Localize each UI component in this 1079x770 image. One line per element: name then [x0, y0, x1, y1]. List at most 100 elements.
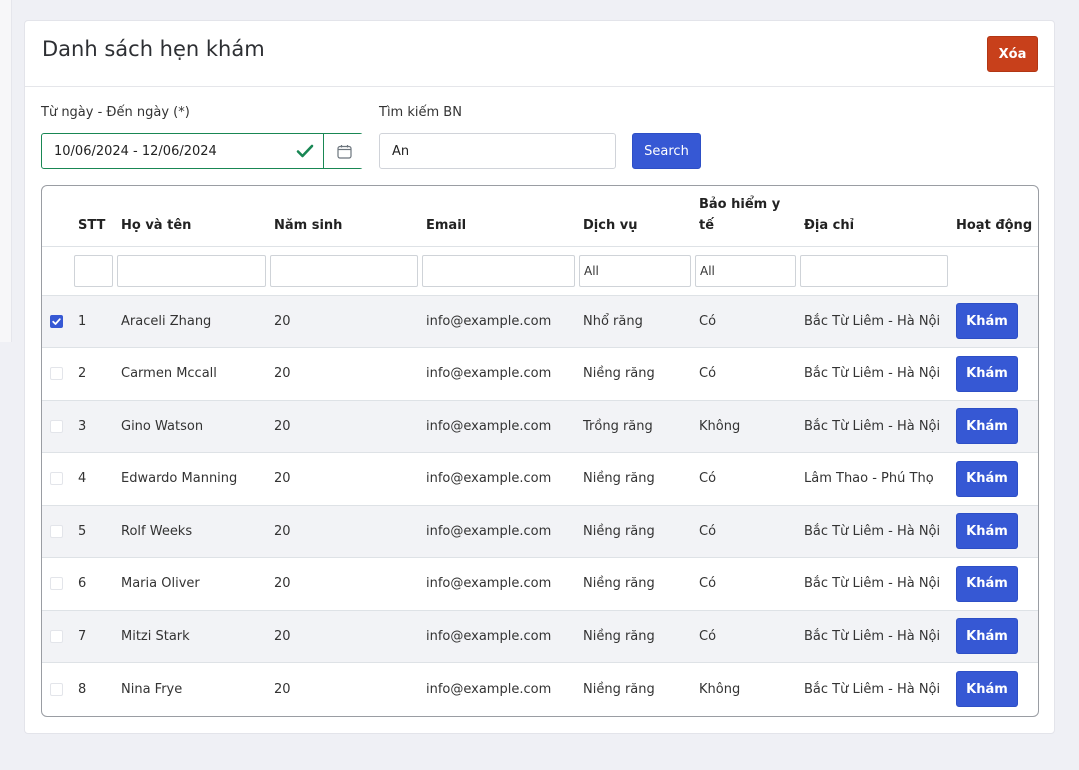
cell-birth-year: 20 [268, 400, 420, 453]
cell-name: Rolf Weeks [115, 505, 268, 558]
date-range-label: Từ ngày - Đến ngày (*) [41, 105, 190, 120]
cell-insurance: Có [693, 557, 798, 611]
filter-birth-input[interactable] [270, 254, 418, 287]
card-header: Danh sách hẹn khám Xóa [25, 21, 1054, 87]
header-action: Hoạt động [956, 217, 1033, 233]
examine-button[interactable]: Khám [956, 408, 1018, 445]
search-patient-label: Tìm kiếm BN [379, 105, 462, 120]
filter-address-input[interactable] [800, 254, 948, 287]
cell-email: info@example.com [420, 505, 577, 558]
cell-email: info@example.com [420, 557, 577, 611]
table-body: 1 Araceli Zhang 20 info@example.com Nhổ răng… [42, 295, 1038, 716]
cell-address: Bắc Từ Liêm - Hà Nội [804, 681, 941, 697]
cell-service: Niềng răng [577, 452, 693, 506]
row-checkbox[interactable] [50, 524, 63, 538]
header-select [42, 186, 72, 246]
header-service: Dịch vụ [583, 217, 638, 233]
header-row: STT Họ và tên Năm sinh Email Dịch vụ Bảo… [42, 186, 1038, 246]
cell-birth-year: 20 [268, 610, 420, 663]
cell-email: info@example.com [420, 347, 577, 401]
cell-name: Carmen Mccall [115, 347, 268, 401]
cell-address: Bắc Từ Liêm - Hà Nội [798, 505, 950, 558]
cell-insurance: Không [693, 400, 798, 453]
cell-address: Bắc Từ Liêm - Hà Nội [798, 400, 950, 453]
header-insurance: Bảo hiểm y tế [699, 196, 781, 233]
cell-birth-year: 20 [268, 505, 420, 558]
calendar-button[interactable] [325, 134, 363, 168]
cell-name: Nina Frye [121, 681, 183, 697]
row-checkbox[interactable] [50, 472, 63, 486]
table-row: 2 Carmen Mccall 20 info@example.com Niềng ră… [42, 347, 1038, 401]
cell-birth-year: 20 [268, 557, 420, 611]
cell-address: Bắc Từ Liêm - Hà Nội [798, 347, 950, 401]
header-stt: STT [78, 217, 106, 233]
examine-button[interactable]: Khám [956, 618, 1018, 655]
row-checkbox[interactable] [50, 419, 63, 433]
search-patient-input[interactable] [379, 133, 616, 169]
header-name: Họ và tên [121, 217, 192, 233]
delete-button[interactable]: Xóa [987, 36, 1038, 72]
examine-button[interactable]: Khám [956, 565, 1018, 602]
cell-address: Bắc Từ Liêm - Hà Nội [798, 557, 950, 611]
date-range-group [41, 133, 363, 169]
examine-button[interactable]: Khám [956, 303, 1018, 340]
header-address: Địa chỉ [804, 217, 855, 233]
cell-name: Gino Watson [115, 400, 268, 453]
examine-button[interactable]: Khám [956, 513, 1018, 550]
date-range-input[interactable] [42, 134, 324, 168]
filter-insurance-select[interactable]: All [695, 254, 796, 287]
cell-address: Bắc Từ Liêm - Hà Nội [798, 295, 950, 348]
table-row: 8 Nina Frye 20 info@example.com Niềng răng Kh… [42, 663, 1038, 716]
row-checkbox[interactable] [50, 629, 63, 643]
cell-stt: 1 [72, 295, 115, 348]
cell-service: Niềng răng [583, 681, 655, 697]
cell-name: Mitzi Stark [115, 610, 268, 663]
cell-service: Niềng răng [577, 347, 693, 401]
calendar-icon [336, 144, 352, 159]
cell-email: info@example.com [426, 681, 552, 697]
cell-service: Trồng răng [577, 400, 693, 453]
header-email: Email [426, 217, 467, 233]
checkmark-icon [52, 318, 61, 325]
row-checkbox[interactable] [50, 314, 63, 328]
row-checkbox[interactable] [50, 367, 63, 381]
search-button[interactable]: Search [632, 133, 701, 169]
filter-service-select[interactable]: All [579, 254, 691, 287]
table-row: 3 Gino Watson 20 info@example.com Trồng răng… [42, 400, 1038, 453]
cell-name: Edwardo Manning [115, 452, 268, 506]
cell-stt: 4 [72, 452, 115, 506]
cell-email: info@example.com [420, 452, 577, 506]
cell-name: Maria Oliver [115, 557, 268, 611]
cell-service: Nhổ răng [577, 295, 693, 348]
examine-button[interactable]: Khám [956, 460, 1018, 497]
cell-birth-year: 20 [268, 295, 420, 348]
cell-name: Araceli Zhang [115, 295, 268, 348]
row-checkbox[interactable] [50, 577, 63, 591]
cell-stt: 5 [72, 505, 115, 558]
appointments-table: STT Họ và tên Năm sinh Email Dịch vụ Bảo… [41, 185, 1039, 717]
examine-button[interactable]: Khám [956, 671, 1018, 707]
table-row: 4 Edwardo Manning 20 info@example.com Niềng … [42, 452, 1038, 506]
filter-email-input[interactable] [422, 254, 575, 287]
filter-name-input[interactable] [117, 254, 266, 287]
cell-email: info@example.com [420, 400, 577, 453]
filter-row: All All [42, 245, 1038, 296]
filter-stt-input[interactable] [74, 254, 113, 287]
cell-insurance: Có [693, 295, 798, 348]
row-checkbox[interactable] [50, 682, 63, 696]
cell-email: info@example.com [420, 610, 577, 663]
table-row: 6 Maria Oliver 20 info@example.com Niềng răn… [42, 557, 1038, 611]
check-icon [296, 144, 314, 158]
cell-stt: 2 [72, 347, 115, 401]
cell-insurance: Có [693, 505, 798, 558]
examine-button[interactable]: Khám [956, 355, 1018, 392]
cell-service: Niềng răng [577, 557, 693, 611]
sidebar-edge [0, 0, 12, 342]
cell-service: Niềng răng [577, 610, 693, 663]
cell-email: info@example.com [420, 295, 577, 348]
cell-birth-year: 20 [274, 681, 291, 697]
table-row: 1 Araceli Zhang 20 info@example.com Nhổ răng… [42, 295, 1038, 348]
header-birth-year: Năm sinh [274, 217, 343, 233]
appointments-card: Danh sách hẹn khám Xóa Từ ngày - Đến ngà… [24, 20, 1055, 734]
cell-address: Lâm Thao - Phú Thọ [798, 452, 950, 506]
